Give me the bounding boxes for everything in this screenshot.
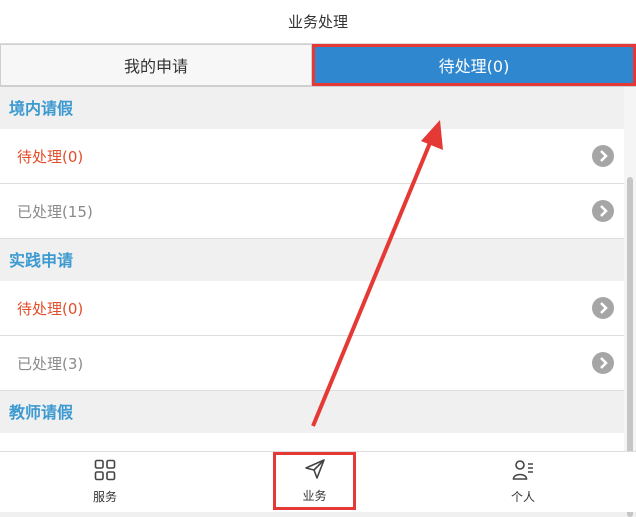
section-title-practice-application: 实践申请 — [0, 239, 624, 281]
nav-label: 服务 — [92, 490, 117, 504]
person-icon — [512, 459, 534, 484]
list-item-partial[interactable] — [0, 433, 624, 451]
nav-item-business[interactable]: 业务 — [273, 452, 356, 510]
tab-pending[interactable]: 待处理(0) — [312, 44, 636, 86]
list-item-practice-pending[interactable]: 待处理(0) — [0, 281, 624, 336]
chevron-right-icon — [592, 352, 614, 374]
list-item-label: 待处理(0) — [17, 147, 84, 166]
grid-icon — [94, 459, 116, 484]
scrollbar[interactable] — [624, 87, 636, 517]
section-title-domestic-leave: 境内请假 — [0, 87, 624, 129]
chevron-right-icon — [592, 200, 614, 222]
bottom-nav: 服务 业务 个人 — [0, 451, 636, 512]
nav-item-personal[interactable]: 个人 — [473, 452, 573, 512]
nav-item-services[interactable]: 服务 — [55, 452, 155, 512]
list-item-label: 待处理(0) — [17, 299, 84, 318]
tab-label: 待处理(0) — [438, 57, 510, 76]
nav-label: 个人 — [510, 490, 535, 504]
list-item-label: 已处理(3) — [17, 354, 84, 373]
section-title-teacher-leave: 教师请假 — [0, 391, 624, 433]
content-list: 境内请假 待处理(0) 已处理(15) 实践申请 待处理(0) 已处理(3) 教… — [0, 87, 624, 451]
nav-label: 业务 — [302, 489, 327, 503]
tab-label: 我的申请 — [123, 57, 188, 76]
list-item-practice-processed[interactable]: 已处理(3) — [0, 336, 624, 391]
list-item-label: 已处理(15) — [17, 202, 93, 221]
paper-plane-icon — [304, 458, 326, 483]
chevron-right-icon — [592, 145, 614, 167]
list-item-domestic-processed[interactable]: 已处理(15) — [0, 184, 624, 239]
page-title: 业务处理 — [287, 13, 348, 31]
chevron-right-icon — [592, 297, 614, 319]
tab-bar: 我的申请 待处理(0) — [0, 44, 636, 87]
page-header: 业务处理 — [0, 0, 636, 44]
tab-my-applications[interactable]: 我的申请 — [0, 44, 312, 86]
list-item-domestic-pending[interactable]: 待处理(0) — [0, 129, 624, 184]
